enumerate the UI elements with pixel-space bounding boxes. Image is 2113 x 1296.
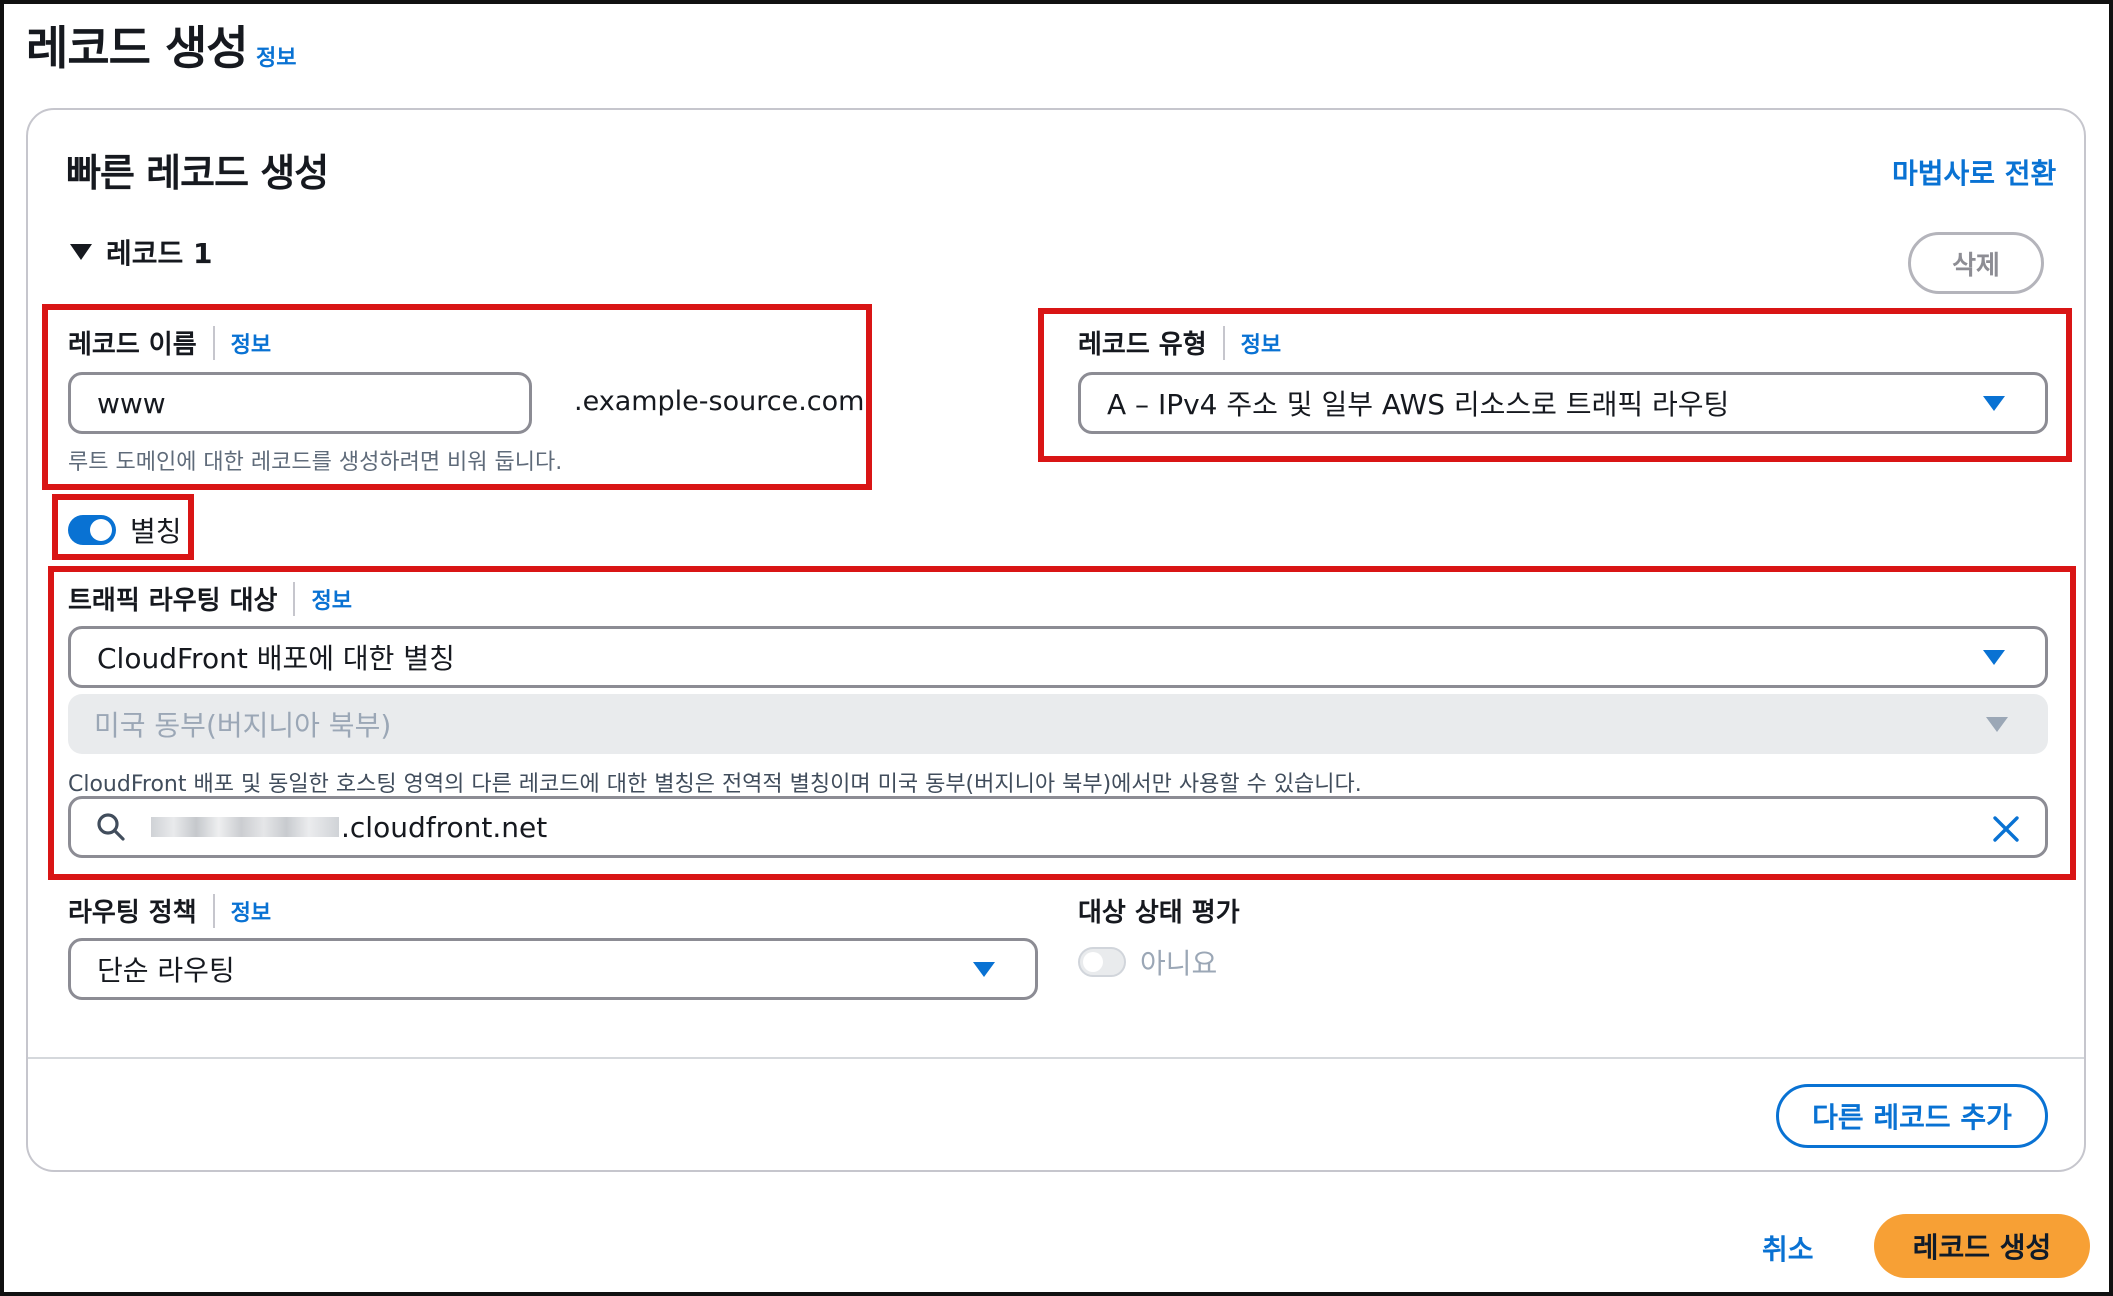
record-name-value: www <box>97 386 166 420</box>
record-name-input[interactable]: www <box>68 372 532 434</box>
close-icon[interactable] <box>1991 814 2021 844</box>
create-records-button[interactable]: 레코드 생성 <box>1874 1214 2090 1278</box>
record-name-domain-suffix: .example-source.com <box>574 386 865 417</box>
page-title: 레코드 생성 <box>26 21 249 75</box>
search-icon <box>97 813 125 841</box>
route-target-info-link[interactable]: 정보 <box>311 583 351 615</box>
record-name-hint: 루트 도메인에 대한 레코드를 생성하려면 비워 둡니다. <box>68 450 563 475</box>
routing-policy-label-row: 라우팅 정책 정보 <box>68 892 271 929</box>
record-name-info-link[interactable]: 정보 <box>231 327 271 359</box>
health-check-toggle-switch <box>1078 947 1126 977</box>
delete-record-button[interactable]: 삭제 <box>1908 232 2044 294</box>
record-1-label: 레코드 1 <box>106 237 213 270</box>
record-type-select[interactable]: A – IPv4 주소 및 일부 AWS 리소스로 트래픽 라우팅 <box>1078 372 2048 434</box>
health-check-toggle-row: 아니요 <box>1078 942 1217 982</box>
label-separator <box>212 893 215 928</box>
alias-toggle-row[interactable]: 별칭 <box>68 510 182 550</box>
endpoint-select[interactable]: CloudFront 배포에 대한 별칭 <box>68 626 2048 688</box>
caret-down-icon <box>973 962 995 977</box>
routing-policy-info-link[interactable]: 정보 <box>231 895 271 927</box>
add-another-record-button[interactable]: 다른 레코드 추가 <box>1776 1084 2048 1148</box>
caret-down-icon <box>1986 717 2008 732</box>
panel-title: 빠른 레코드 생성 <box>66 151 329 195</box>
cancel-button[interactable]: 취소 <box>1762 1228 1814 1268</box>
record-type-label-row: 레코드 유형 정보 <box>1078 324 1281 361</box>
route-target-hint: CloudFront 배포 및 동일한 호스팅 영역의 다른 레코드에 대한 별… <box>68 772 1362 797</box>
page-info-link[interactable]: 정보 <box>256 40 296 72</box>
routing-policy-label: 라우팅 정책 <box>68 898 197 928</box>
routing-policy-select[interactable]: 단순 라우팅 <box>68 938 1038 1000</box>
label-separator <box>1222 325 1225 360</box>
routing-policy-selected: 단순 라우팅 <box>97 954 235 987</box>
panel-divider <box>28 1057 2084 1059</box>
record-1-expander[interactable]: 레코드 1 <box>70 232 213 272</box>
caret-down-icon <box>70 244 92 260</box>
region-selected: 미국 동부(버지니아 북부) <box>94 709 392 742</box>
cloudfront-distribution-search[interactable]: .cloudfront.net <box>68 796 2048 858</box>
record-type-info-link[interactable]: 정보 <box>1241 327 1281 359</box>
label-separator <box>212 325 215 360</box>
health-check-label: 대상 상태 평가 <box>1078 898 1240 928</box>
record-name-label-row: 레코드 이름 정보 <box>68 324 271 361</box>
endpoint-selected: CloudFront 배포에 대한 별칭 <box>97 642 455 675</box>
caret-down-icon <box>1983 396 2005 411</box>
route-target-label: 트래픽 라우팅 대상 <box>68 586 278 616</box>
alias-label: 별칭 <box>130 515 182 548</box>
redacted-distribution-id <box>151 817 339 837</box>
switch-to-wizard-link[interactable]: 마법사로 전환 <box>1892 152 2056 192</box>
record-type-label: 레코드 유형 <box>1078 330 1207 360</box>
region-select: 미국 동부(버지니아 북부) <box>68 694 2048 754</box>
record-name-label: 레코드 이름 <box>68 330 197 360</box>
route-target-label-row: 트래픽 라우팅 대상 정보 <box>68 580 352 617</box>
alias-toggle-switch[interactable] <box>68 515 116 545</box>
record-type-selected: A – IPv4 주소 및 일부 AWS 리소스로 트래픽 라우팅 <box>1107 388 1730 421</box>
search-value: .cloudfront.net <box>341 810 548 844</box>
label-separator <box>293 581 296 616</box>
health-check-value: 아니요 <box>1140 947 1218 980</box>
caret-down-icon <box>1983 650 2005 665</box>
